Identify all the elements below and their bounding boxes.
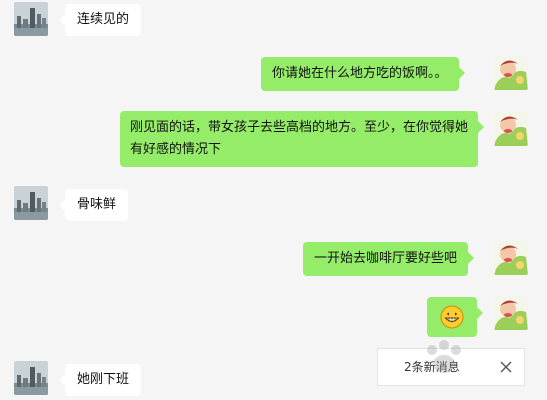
chat-message-area: 连续见的 你请她在什么地方吃的饭啊。。 刚见面的话，带女孩子去些高档的地方。至少… — [0, 0, 547, 400]
message-text: 你请她在什么地方吃的饭啊。。 — [272, 66, 448, 81]
message-bubble-outgoing[interactable] — [427, 297, 483, 337]
message-text: 她刚下班 — [77, 372, 130, 387]
grinning-face-icon — [440, 305, 464, 329]
city-skyline-icon — [14, 361, 48, 395]
cartoon-avatar-icon — [494, 241, 528, 275]
contact-avatar[interactable] — [14, 2, 48, 36]
message-text: 骨味鲜 — [77, 197, 117, 212]
message-bubble-incoming[interactable]: 她刚下班 — [58, 364, 142, 396]
message-bubble-incoming[interactable]: 连续见的 — [58, 4, 142, 36]
message-text: 一开始去咖啡厅要好些吧 — [314, 251, 458, 266]
self-avatar[interactable] — [494, 56, 528, 90]
message-bubble-incoming[interactable]: 骨味鲜 — [58, 189, 129, 221]
city-skyline-icon — [14, 2, 48, 36]
contact-avatar[interactable] — [14, 361, 48, 395]
new-messages-notice[interactable]: 2条新消息 — [377, 348, 525, 386]
city-skyline-icon — [14, 186, 48, 220]
cartoon-avatar-icon — [494, 296, 528, 330]
close-icon[interactable] — [498, 359, 514, 375]
contact-avatar[interactable] — [14, 186, 48, 220]
self-avatar[interactable] — [494, 296, 528, 330]
message-bubble-outgoing[interactable]: 一开始去咖啡厅要好些吧 — [303, 242, 475, 276]
message-text: 刚见面的话，带女孩子去些高档的地方。至少，在你觉得她有好感的情况下 — [130, 120, 469, 157]
message-bubble-outgoing[interactable]: 刚见面的话，带女孩子去些高档的地方。至少，在你觉得她有好感的情况下 — [120, 111, 484, 167]
self-avatar[interactable] — [494, 241, 528, 275]
cartoon-avatar-icon — [494, 56, 528, 90]
self-avatar[interactable] — [494, 112, 528, 146]
cartoon-avatar-icon — [494, 112, 528, 146]
message-bubble-outgoing[interactable]: 你请她在什么地方吃的饭啊。。 — [261, 57, 465, 91]
new-messages-label: 2条新消息 — [404, 360, 460, 374]
message-text: 连续见的 — [77, 12, 130, 27]
